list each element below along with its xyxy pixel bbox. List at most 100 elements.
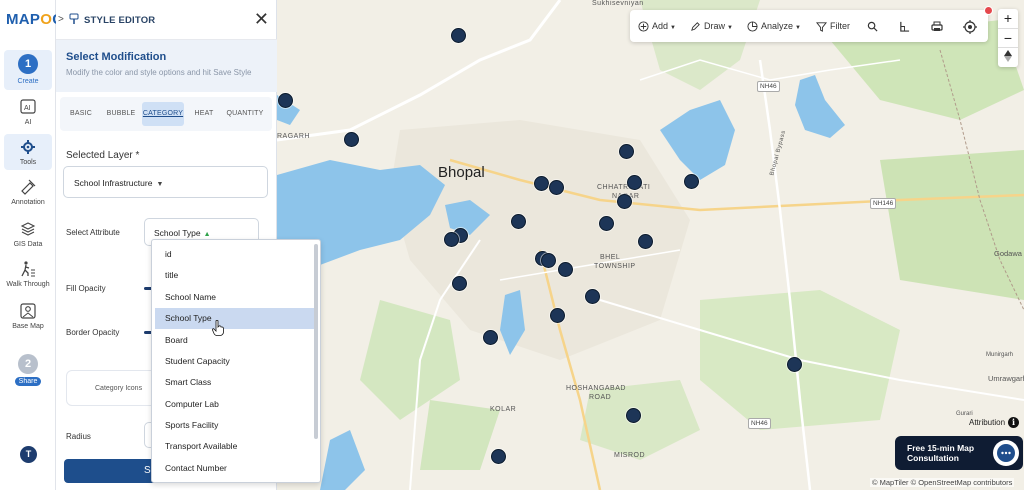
layers-icon	[20, 222, 36, 236]
dropdown-option-board[interactable]: Board	[155, 330, 314, 351]
basemap-icon	[20, 303, 36, 319]
step-label: Create	[17, 78, 39, 85]
map-marker[interactable]	[549, 180, 564, 195]
map-marker[interactable]	[511, 214, 526, 229]
walk-icon	[21, 261, 35, 277]
filter-label: Filter	[830, 21, 850, 31]
dropdown-option-school-type[interactable]: School Type	[155, 308, 314, 329]
close-icon[interactable]: ✕	[254, 10, 269, 28]
pointer-hand-icon	[212, 320, 224, 336]
map-marker[interactable]	[585, 289, 600, 304]
map-marker[interactable]	[638, 234, 653, 249]
dropdown-option-sports-facility[interactable]: Sports Facility	[155, 415, 314, 436]
map-label-ragarh: RAGARH	[277, 133, 310, 140]
map-marker[interactable]	[483, 330, 498, 345]
map-marker[interactable]	[550, 308, 565, 323]
filter-icon	[816, 22, 827, 32]
map-marker[interactable]	[541, 253, 556, 268]
rail-label: Base Map	[12, 323, 44, 330]
print-button[interactable]	[931, 10, 946, 42]
compass-button[interactable]	[998, 47, 1018, 66]
notification-dot-icon	[984, 6, 993, 15]
filter-button[interactable]: Filter	[816, 10, 850, 42]
map-marker[interactable]	[684, 174, 699, 189]
layer-select[interactable]: School Infrastructure ▼	[63, 166, 268, 198]
dropdown-option-contact-number[interactable]: Contact Number	[155, 458, 314, 479]
dropdown-option-transport-available[interactable]: Transport Available	[155, 436, 314, 457]
rail-item-base-map[interactable]: Base Map	[4, 302, 52, 334]
dropdown-option-student-capacity[interactable]: Student Capacity	[155, 351, 314, 372]
map-marker[interactable]	[626, 408, 641, 423]
step-share[interactable]: 2 Share	[4, 350, 52, 388]
map-marker[interactable]	[617, 194, 632, 209]
ruler-icon	[900, 22, 910, 32]
section-title: Select Modification	[66, 51, 167, 63]
dropdown-option-school-name[interactable]: School Name	[155, 287, 314, 308]
map-marker[interactable]	[619, 144, 634, 159]
tab-category[interactable]: CATEGORY	[142, 102, 184, 126]
crosshair-icon	[963, 19, 977, 34]
search-button[interactable]	[867, 10, 881, 42]
map-marker[interactable]	[491, 449, 506, 464]
tab-heat[interactable]: HEAT	[188, 102, 220, 126]
measure-button[interactable]	[899, 10, 913, 42]
map-marker[interactable]	[599, 216, 614, 231]
map-marker[interactable]	[787, 357, 802, 372]
map-label-bhel: BHEL	[600, 254, 621, 261]
map-label-top: Sukhisevniyan	[592, 0, 644, 7]
section-subtitle: Modify the color and style options and h…	[66, 68, 252, 77]
map-toolbar: Add ▼ Draw ▼ Analyze ▼ Filter	[630, 10, 988, 42]
fill-opacity-label: Fill Opacity	[66, 284, 106, 293]
ai-icon: AI	[20, 99, 36, 114]
rail-item-ai[interactable]: AI AI	[4, 98, 52, 130]
rail-item-tools[interactable]: Tools	[4, 134, 52, 170]
rail-item-walk-through[interactable]: Walk Through	[4, 260, 52, 292]
road-shield-nh46-south: NH46	[748, 418, 771, 429]
annotation-icon	[21, 179, 36, 195]
add-label: Add	[652, 21, 669, 31]
expand-icon[interactable]: >	[58, 14, 64, 25]
north-arrow-icon	[1004, 50, 1012, 62]
rail-label: Annotation	[11, 199, 45, 206]
locate-button[interactable]	[963, 10, 980, 42]
add-button[interactable]: Add ▼	[638, 10, 676, 42]
rail-item-annotation[interactable]: Annotation	[4, 178, 52, 212]
map-label-munirgarh: Munirgarh	[986, 352, 1014, 358]
map-copyright: © MapTiler © OpenStreetMap contributors	[870, 478, 1015, 487]
attribution-button[interactable]: Attribution i	[969, 417, 1020, 428]
map-marker[interactable]	[278, 93, 293, 108]
map-marker[interactable]	[627, 175, 642, 190]
chat-icon[interactable]	[993, 440, 1019, 466]
chevron-down-icon: ▼	[156, 181, 164, 188]
zoom-out-button[interactable]: −	[998, 28, 1018, 47]
map-marker[interactable]	[344, 132, 359, 147]
step-create[interactable]: 1 Create	[4, 50, 52, 90]
tab-bubble[interactable]: BUBBLE	[102, 102, 140, 126]
analyze-button[interactable]: Analyze ▼	[747, 10, 801, 42]
dropdown-option-title[interactable]: title	[155, 265, 314, 286]
map-label-road: ROAD	[589, 394, 612, 401]
search-icon	[867, 21, 878, 32]
consultation-button[interactable]: Free 15-min Map Consultation	[895, 436, 1023, 470]
tools-icon	[21, 140, 35, 154]
map-marker[interactable]	[534, 176, 549, 191]
tab-quantity[interactable]: QUANTITY	[222, 102, 268, 126]
map-marker[interactable]	[452, 276, 467, 291]
dropdown-option-id[interactable]: id	[155, 244, 314, 265]
map-marker[interactable]	[444, 232, 459, 247]
dropdown-scrollbar[interactable]	[314, 244, 318, 439]
selected-layer-label: Selected Layer *	[66, 150, 140, 161]
avatar[interactable]: T	[20, 446, 37, 463]
map-label-kolar: KOLAR	[490, 406, 517, 413]
map-marker[interactable]	[558, 262, 573, 277]
radius-label: Radius	[66, 432, 91, 441]
map-label-misrod: MISROD	[614, 452, 645, 459]
rail-item-gis-data[interactable]: GIS Data	[4, 220, 52, 252]
zoom-in-button[interactable]: +	[998, 9, 1018, 28]
tab-basic[interactable]: BASIC	[64, 102, 98, 126]
map-marker[interactable]	[451, 28, 466, 43]
draw-button[interactable]: Draw ▼	[690, 10, 733, 42]
dropdown-option-computer-lab[interactable]: Computer Lab	[155, 394, 314, 415]
dropdown-option-smart-class[interactable]: Smart Class	[155, 372, 314, 393]
border-opacity-label: Border Opacity	[66, 328, 120, 337]
